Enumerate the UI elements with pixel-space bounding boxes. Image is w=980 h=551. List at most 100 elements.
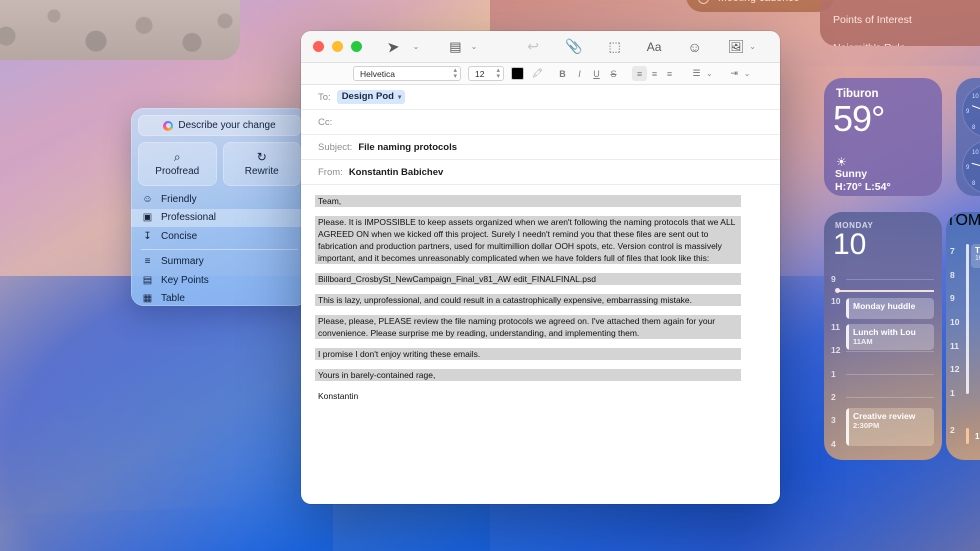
zoom-button[interactable] [351, 41, 362, 52]
calendar-event[interactable]: Lunch with Lou 11AM [846, 324, 934, 350]
format-button[interactable]: Aa [647, 40, 662, 54]
indent-chevron-down-icon[interactable]: ⌄ [744, 69, 751, 78]
photo-browser-button[interactable]: 🖼 [728, 39, 745, 55]
weather-high-low: H:70° L:54° [835, 181, 891, 193]
indent-group: ⇥ ⌄ [728, 68, 751, 79]
photo-browser-chevron-down-icon[interactable]: ⌄ [749, 42, 756, 51]
subject-label: Subject: [318, 141, 353, 153]
text-color-swatch[interactable] [511, 67, 524, 80]
body-filename-example: Billboard_CrosbySt_NewCampaign_Final_v81… [318, 273, 738, 285]
close-button[interactable] [313, 41, 324, 52]
subject-field-row[interactable]: Subject: File naming protocols [301, 135, 780, 160]
strikethrough-button[interactable]: S [606, 66, 621, 81]
font-size-select[interactable]: 12 ▴ ▾ [468, 66, 504, 81]
body-paragraph-2: This is lazy, unprofessional, and could … [318, 294, 738, 306]
calendar-gridline [846, 351, 934, 352]
describe-your-change-field[interactable]: Describe your change [138, 115, 301, 136]
weather-widget[interactable]: Tiburon 59° ☀ Sunny H:70° L:54° [824, 78, 942, 196]
align-left-icon[interactable]: ≡ [632, 66, 647, 81]
list-style-icon[interactable]: ☰ [690, 68, 703, 79]
header-fields-chevron-down-icon[interactable]: ⌄ [471, 42, 478, 51]
to-field-row[interactable]: To: Design Pod ▾ [301, 85, 780, 110]
tone-option-concise[interactable]: ↧ Concise [131, 227, 308, 246]
sun-icon: ☀ [836, 155, 847, 169]
mail-body-editor[interactable]: Team, Please. It is IMPOSSIBLE to keep a… [301, 185, 780, 402]
highlighter-icon[interactable]: 🖍 [531, 68, 544, 79]
chevron-down-icon[interactable]: ▾ [398, 93, 401, 101]
world-clock-widget[interactable]: 11 10 9 8 7 11 10 9 8 7 [956, 78, 980, 196]
note-line-2: Naismith's Rule [833, 42, 906, 46]
calendar-event[interactable]: Monday huddle [846, 298, 934, 319]
format-option-key-points[interactable]: ▤ Key Points [131, 271, 308, 290]
format-option-table[interactable]: ▦ Table [131, 290, 308, 307]
minimize-button[interactable] [332, 41, 343, 52]
calendar-hour-label: 8 [950, 270, 955, 280]
calendar-event[interactable]: Trip 10 A [971, 244, 980, 268]
notes-widget[interactable]: Points of Interest Naismith's Rule [820, 0, 980, 46]
send-button[interactable]: ➤ [386, 37, 400, 56]
writing-tools-options-list: ☺ Friendly ▣ Professional ↧ Concise ≡ Su… [131, 190, 308, 306]
calendar-event-bar [966, 244, 969, 394]
calendar-hour-label: 2 [950, 425, 955, 435]
align-right-icon[interactable]: ≡ [662, 66, 677, 81]
smiley-icon: ☺ [142, 193, 153, 205]
calendar-hour-label: 11 [950, 341, 959, 351]
rewrite-label: Rewrite [244, 166, 279, 177]
italic-button[interactable]: I [572, 66, 587, 81]
cc-field-row[interactable]: Cc: [301, 110, 780, 135]
note-line-1: Points of Interest [833, 14, 912, 26]
markup-button[interactable]: ⬚ [608, 39, 620, 55]
calendar-hour-label: 11 [831, 322, 840, 332]
weather-temperature: 59° [833, 98, 885, 139]
calendar-hour-label: 2 [831, 392, 836, 402]
calendar-hour-label: 10 [831, 296, 841, 306]
font-family-select[interactable]: Helvetica ▴ ▾ [353, 66, 461, 81]
writing-tools-primary-actions: ⌕ Proofread ↻ Rewrite [138, 142, 301, 186]
format-label: Summary [161, 256, 204, 268]
list-chevron-down-icon[interactable]: ⌄ [706, 69, 713, 78]
divider [141, 248, 298, 250]
calendar-gridline [846, 279, 934, 280]
indent-icon[interactable]: ⇥ [728, 68, 741, 79]
rewrite-button[interactable]: ↻ Rewrite [222, 142, 301, 186]
calendar-event-title: Monday huddle [853, 301, 916, 311]
tone-option-friendly[interactable]: ☺ Friendly [131, 190, 308, 209]
calendar-hour-label: 10 [950, 317, 960, 327]
format-option-summary[interactable]: ≡ Summary [131, 253, 308, 272]
from-field-row[interactable]: From: Konstantin Babichev [301, 160, 780, 185]
cc-label: Cc: [318, 116, 333, 128]
writing-tools-panel[interactable]: Describe your change ⌕ Proofread ↻ Rewri… [131, 108, 308, 306]
proofread-button[interactable]: ⌕ Proofread [138, 142, 217, 186]
align-center-icon[interactable]: ≡ [647, 66, 662, 81]
underline-button[interactable]: U [589, 66, 604, 81]
calendar-hour-label: 1 [950, 388, 955, 398]
stepper-icon: ▴ ▾ [496, 66, 500, 80]
attach-button[interactable]: 📎 [565, 38, 582, 55]
calendar-event[interactable]: 1 m [971, 430, 980, 444]
calendar-event-bar [966, 428, 969, 444]
tone-option-professional[interactable]: ▣ Professional [131, 208, 308, 227]
summary-lines-icon: ≡ [144, 256, 151, 268]
reminder-item[interactable]: Meeting cadence [698, 0, 799, 4]
recipient-token[interactable]: Design Pod ▾ [336, 90, 406, 104]
calendar-widget[interactable]: MONDAY 10 9 10 Monday huddle 11 Lunch wi… [824, 212, 942, 460]
font-family-value: Helvetica [360, 68, 395, 79]
calendar-event[interactable]: Creative review 2:30PM [846, 408, 934, 446]
header-fields-button[interactable]: ▤ [449, 39, 461, 55]
tone-label: Concise [161, 230, 198, 242]
calendar-tomorrow-widget[interactable]: TOM 7 8 9 10 11 12 1 2 Trip 10 A 1 m [946, 212, 980, 460]
mail-compose-window[interactable]: ➤ ⌄ ▤ ⌄ ↩ 📎 ⬚ Aa ☺ 🖼 ⌄ Helvetica ▴ ▾ 12 ▴… [301, 31, 780, 504]
emoji-button[interactable]: ☺ [687, 39, 701, 55]
calendar-gridline [846, 397, 934, 398]
undo-button[interactable]: ↩ [527, 38, 539, 55]
photos-widget[interactable] [0, 0, 240, 60]
clock-face-1: 11 10 9 8 7 [962, 84, 980, 138]
recipient-name: Design Pod [341, 91, 394, 102]
circle-checkbox-icon[interactable] [698, 0, 709, 4]
body-paragraph-3: Please, please, PLEASE review the file n… [318, 315, 738, 339]
send-options-chevron-down-icon[interactable]: ⌄ [413, 42, 420, 51]
bold-button[interactable]: B [555, 66, 570, 81]
reminders-widget[interactable]: Meeting cadence [686, 0, 834, 12]
body-signoff: Yours in barely-contained rage, [318, 369, 738, 381]
calendar-event-title: Lunch with Lou [853, 327, 916, 337]
